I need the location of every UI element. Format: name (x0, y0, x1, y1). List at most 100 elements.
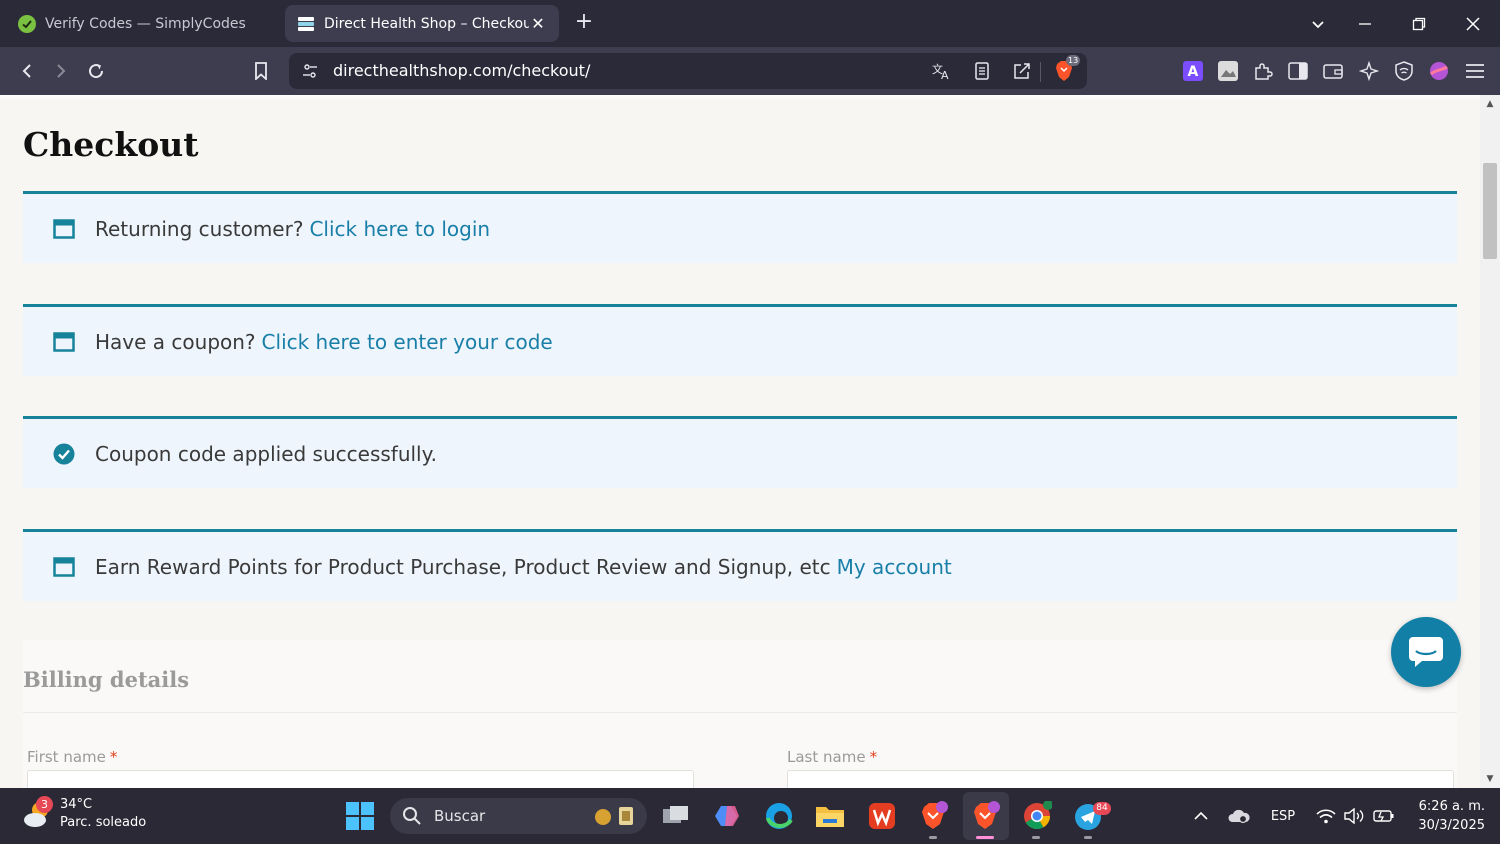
brave-profile-1-icon[interactable] (918, 800, 950, 832)
weather-widget[interactable]: 3 34°C Parc. soleado (22, 796, 146, 832)
svg-text:A: A (941, 69, 949, 80)
chrome-icon[interactable] (1021, 800, 1053, 832)
notice-text: Coupon code applied successfully. (95, 441, 437, 466)
scroll-thumb[interactable] (1483, 163, 1497, 259)
wifi-icon[interactable] (1315, 804, 1337, 828)
chat-widget-button[interactable] (1391, 617, 1461, 687)
running-indicator (1032, 836, 1040, 839)
brave-shields-icon[interactable]: 13 (1052, 55, 1081, 83)
forward-arrow-icon[interactable] (49, 59, 73, 83)
close-tab-icon[interactable]: ✕ (529, 14, 547, 33)
first-name-field[interactable] (27, 770, 694, 788)
copilot-icon[interactable] (711, 800, 743, 832)
wallet-icon[interactable] (1321, 59, 1345, 83)
notice-returning-customer: Returning customer? Click here to login (23, 191, 1457, 263)
scroll-down-arrow-icon[interactable]: ▼ (1485, 774, 1495, 784)
windows-taskbar: 3 34°C Parc. soleado Buscar 84 ESP 6:26 … (0, 788, 1500, 844)
running-indicator (1084, 836, 1092, 839)
partly-sunny-icon: 3 (22, 796, 54, 830)
window-icon (53, 556, 75, 577)
back-arrow-icon[interactable] (15, 59, 39, 83)
profile-avatar-icon[interactable] (1427, 59, 1451, 83)
my-account-link[interactable]: My account (837, 555, 952, 579)
close-window-icon[interactable] (1461, 12, 1485, 36)
sidebar-toggle-icon[interactable] (1286, 59, 1310, 83)
url-separator (1040, 62, 1041, 82)
volume-icon[interactable] (1343, 804, 1367, 828)
office-icon[interactable] (866, 800, 898, 832)
browser-tab-strip: Verify Codes — SimplyCodes Direct Health… (0, 0, 1500, 47)
notice-coupon-applied: Coupon code applied successfully. (23, 416, 1457, 488)
weather-alert-badge: 3 (36, 796, 53, 813)
enter-coupon-link[interactable]: Click here to enter your code (262, 330, 553, 354)
tab-direct-health-shop[interactable]: Direct Health Shop – Checkout ✕ (285, 5, 559, 42)
shields-count-badge: 13 (1066, 55, 1081, 66)
notice-text: Earn Reward Points for Product Purchase,… (95, 554, 831, 579)
notice-text: Returning customer? (95, 216, 304, 241)
clock-time: 6:26 a. m. (1418, 799, 1485, 814)
search-placeholder: Buscar (434, 807, 486, 825)
reload-icon[interactable] (84, 59, 108, 83)
weather-temperature: 34°C (60, 797, 93, 812)
required-mark: * (109, 748, 118, 766)
direct-health-favicon-icon (297, 15, 315, 33)
tab-list-chevron-down-icon[interactable] (1306, 12, 1330, 36)
extension-a-icon[interactable]: A (1181, 59, 1205, 83)
leo-ai-sparkle-icon[interactable] (1357, 59, 1381, 83)
system-clock[interactable]: 6:26 a. m. 30/3/2025 (1405, 797, 1485, 835)
translate-icon[interactable]: 文A (930, 59, 954, 83)
tab-title: Verify Codes — SimplyCodes (45, 15, 246, 32)
brave-profile-2-icon[interactable] (970, 800, 1002, 832)
tray-overflow-chevron-up-icon[interactable] (1190, 804, 1212, 828)
extension-image-icon[interactable] (1216, 59, 1240, 83)
share-icon[interactable] (1010, 59, 1034, 83)
last-name-field[interactable] (787, 770, 1454, 788)
page-content: Checkout Returning customer? Click here … (0, 95, 1480, 788)
menu-hamburger-icon[interactable] (1463, 59, 1487, 83)
login-link[interactable]: Click here to login (309, 217, 490, 241)
page-scrollbar[interactable]: ▲ ▼ (1480, 95, 1500, 788)
bookmark-icon[interactable] (249, 59, 273, 83)
tab-title: Direct Health Shop – Checkout (324, 15, 529, 32)
taskbar-search[interactable]: Buscar (390, 798, 647, 834)
reader-mode-icon[interactable] (970, 59, 994, 83)
active-indicator (976, 836, 994, 839)
page-top-shadow (0, 95, 1480, 101)
vpn-shield-icon[interactable] (1392, 59, 1416, 83)
scroll-up-arrow-icon[interactable]: ▲ (1485, 99, 1495, 109)
clock-date: 30/3/2025 (1418, 818, 1485, 833)
tab-verify-codes[interactable]: Verify Codes — SimplyCodes (6, 5, 278, 42)
new-tab-button[interactable]: + (573, 11, 595, 34)
check-circle-icon (53, 443, 75, 464)
minimize-icon[interactable] (1353, 12, 1377, 36)
last-name-label-text: Last name (787, 748, 866, 766)
browser-toolbar: directhealthshop.com/checkout/ 文A 13 A (0, 47, 1500, 95)
telegram-unread-badge: 84 (1093, 802, 1111, 815)
edge-browser-icon[interactable] (763, 800, 795, 832)
windows-start-icon[interactable] (346, 802, 374, 830)
address-bar[interactable]: directhealthshop.com/checkout/ 文A 13 (289, 53, 1087, 89)
first-name-label-text: First name (27, 748, 106, 766)
extensions-puzzle-icon[interactable] (1251, 59, 1275, 83)
billing-details-heading: Billing details (23, 667, 190, 692)
notice-coupon: Have a coupon? Click here to enter your … (23, 304, 1457, 376)
file-explorer-icon[interactable] (814, 800, 846, 832)
divider (23, 712, 1457, 713)
input-language[interactable]: ESP (1266, 804, 1300, 828)
svg-text:A: A (1188, 64, 1199, 80)
search-highlight-art-icon (595, 807, 633, 825)
site-settings-icon[interactable] (298, 59, 322, 83)
url-text: directhealthshop.com/checkout/ (333, 61, 591, 80)
restore-icon[interactable] (1407, 12, 1431, 36)
onedrive-cloud-icon[interactable] (1226, 804, 1252, 828)
running-indicator (929, 836, 937, 839)
chat-icon (1409, 637, 1443, 667)
first-name-label: First name * (27, 748, 117, 766)
notice-reward-points: Earn Reward Points for Product Purchase,… (23, 529, 1457, 601)
window-icon (53, 218, 75, 239)
weather-description: Parc. soleado (60, 815, 147, 830)
task-view-icon[interactable] (660, 800, 692, 832)
last-name-label: Last name * (787, 748, 877, 766)
simplycodes-favicon-icon (18, 14, 36, 33)
battery-icon[interactable] (1372, 804, 1396, 828)
